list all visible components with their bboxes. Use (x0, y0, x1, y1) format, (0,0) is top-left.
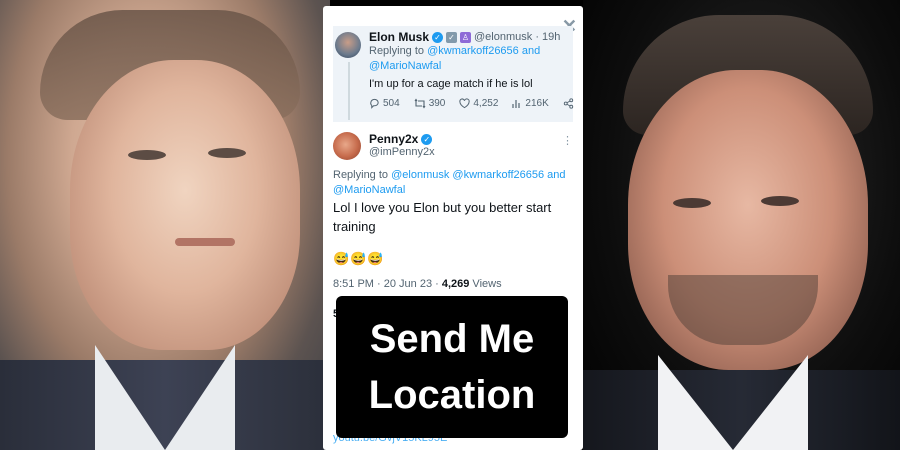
left-eye (128, 150, 166, 160)
retweet-count: 390 (428, 98, 446, 109)
right-background-photo (583, 0, 900, 450)
tweet-emojis: 😅😅😅 (333, 251, 385, 266)
retweet-button[interactable]: 390 (414, 98, 446, 109)
tweet-actions: 504 390 4,252 216K (369, 98, 574, 109)
tweet-meta: 8:51 PM · 20 Jun 23 · 4,269 Views (333, 278, 502, 290)
share-icon (563, 98, 574, 109)
tweet-timestamp[interactable]: 8:51 PM · 20 Jun 23 · (333, 278, 442, 290)
left-background-photo (0, 0, 330, 450)
affiliate-badge-icon: ♙ (460, 31, 472, 43)
government-badge-icon: ✓ (446, 31, 458, 43)
more-options-icon[interactable]: ⋮ (562, 134, 573, 147)
main-tweet: ⋮ Penny2x ✓ @imPenny2x Replying to @elon… (323, 124, 583, 314)
right-eye (673, 198, 711, 208)
right-eye (761, 196, 799, 206)
avatar[interactable] (335, 32, 361, 58)
tweet-text: I'm up for a cage match if he is lol (369, 78, 533, 90)
caption-line-1: Send Me (369, 317, 535, 361)
like-button[interactable]: 4,252 (459, 98, 498, 109)
caption-line-2: Location (368, 373, 536, 417)
tweet-text: Lol I love you Elon but you better start… (333, 200, 552, 234)
views-chart-icon (512, 98, 522, 109)
verified-badge-icon: ✓ (421, 133, 433, 145)
left-mouth (175, 238, 235, 246)
author-row: Elon Musk ✓ ✓ ♙ @elonmusk · 19h (369, 30, 560, 44)
send-location-caption: Send Me Location (336, 296, 568, 438)
replying-prefix: Replying to (333, 169, 389, 181)
replying-to: Replying to @elonmusk @kwmarkoff26656 an… (333, 168, 566, 198)
heart-icon (459, 98, 470, 109)
mention-link[interactable]: @elonmusk @kwmarkoff26656 and (391, 169, 565, 181)
mention-link[interactable]: @kwmarkoff26656 and (427, 45, 540, 57)
mention-link[interactable]: @MarioNawfal (369, 60, 441, 72)
mention-link[interactable]: @MarioNawfal (333, 184, 405, 196)
reply-count: 504 (383, 98, 400, 109)
author-row: Penny2x ✓ (369, 132, 433, 146)
share-button[interactable] (563, 98, 574, 109)
views-count: 4,269 (441, 278, 470, 290)
retweet-icon (414, 98, 426, 109)
views-button[interactable]: 216K (512, 98, 549, 109)
like-count: 4,252 (473, 98, 499, 109)
author-handle: @elonmusk · 19h (474, 31, 561, 43)
author-name[interactable]: Penny2x (369, 132, 418, 146)
reply-button[interactable]: 504 (369, 98, 400, 109)
reply-tweet[interactable]: Elon Musk ✓ ✓ ♙ @elonmusk · 19h Replying… (333, 26, 573, 122)
left-face (70, 60, 300, 350)
left-suit (0, 360, 330, 450)
replying-prefix: Replying to (369, 45, 425, 57)
views-count: 216K (525, 98, 549, 109)
thread-line (348, 62, 350, 120)
verified-badge-icon: ✓ (432, 31, 444, 43)
author-handle[interactable]: @imPenny2x (369, 146, 435, 158)
replying-to: Replying to @kwmarkoff26656 and @MarioNa… (369, 44, 540, 74)
avatar[interactable] (333, 132, 361, 160)
reply-icon (369, 98, 380, 109)
author-name[interactable]: Elon Musk (369, 30, 429, 44)
left-eye (208, 148, 246, 158)
views-label: Views (469, 278, 502, 290)
right-suit (583, 370, 900, 450)
